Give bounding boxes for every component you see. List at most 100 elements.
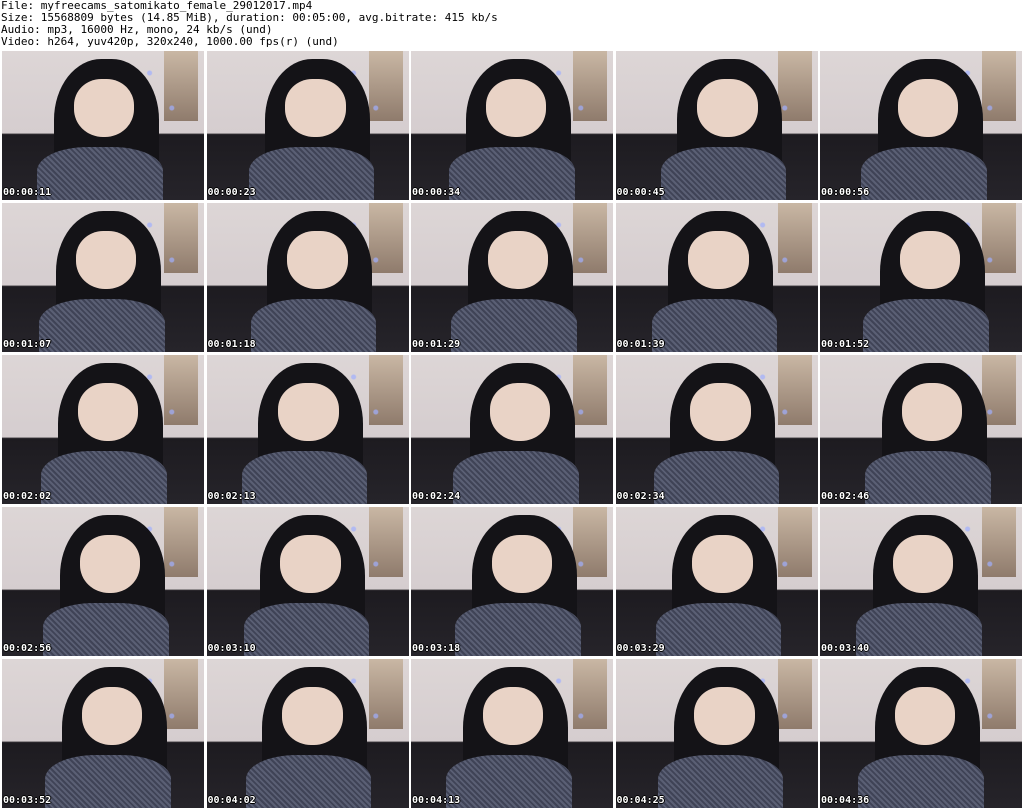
person-face xyxy=(894,687,956,745)
video-thumbnail: 00:02:13 xyxy=(206,355,409,504)
person-top xyxy=(45,755,171,808)
video-thumbnail: 00:03:40 xyxy=(820,507,1022,656)
person-top xyxy=(653,451,780,504)
person-face xyxy=(282,687,343,745)
thumbnail-timestamp: 00:01:07 xyxy=(3,339,52,350)
person-face xyxy=(285,79,346,137)
person-face xyxy=(77,383,139,441)
video-thumbnail: 00:04:02 xyxy=(206,659,409,808)
video-thumbnail: 00:01:39 xyxy=(615,203,818,352)
thumbnail-timestamp: 00:00:56 xyxy=(821,187,870,198)
person-face xyxy=(901,383,963,441)
video-thumbnail: 00:02:56 xyxy=(2,507,204,656)
person-face xyxy=(690,383,751,441)
thumbnail-timestamp: 00:04:25 xyxy=(616,795,665,806)
thumbnail-timestamp: 00:01:52 xyxy=(821,339,870,350)
thumbnail-timestamp: 00:02:24 xyxy=(412,491,461,502)
person-face xyxy=(892,535,954,593)
person-face xyxy=(79,535,141,593)
video-thumbnail: 00:01:52 xyxy=(820,203,1022,352)
video-thumbnail: 00:02:46 xyxy=(820,355,1022,504)
thumbnail-timestamp: 00:02:13 xyxy=(207,491,256,502)
person-face xyxy=(280,535,341,593)
thumbnail-timestamp: 00:04:02 xyxy=(207,795,256,806)
video-thumbnail: 00:02:24 xyxy=(411,355,613,504)
person-top xyxy=(250,299,377,352)
thumbnail-timestamp: 00:04:36 xyxy=(821,795,870,806)
thumbnail-timestamp: 00:00:34 xyxy=(412,187,461,198)
person-top xyxy=(446,755,572,808)
thumbnail-timestamp: 00:00:23 xyxy=(207,187,256,198)
thumbnail-timestamp: 00:03:29 xyxy=(616,643,665,654)
person-top xyxy=(453,451,579,504)
video-thumbnail: 00:03:10 xyxy=(206,507,409,656)
person-top xyxy=(241,451,368,504)
thumbnail-timestamp: 00:03:40 xyxy=(821,643,870,654)
person-face xyxy=(694,687,755,745)
person-top xyxy=(856,603,982,656)
person-face xyxy=(688,231,749,289)
thumbnail-timestamp: 00:02:02 xyxy=(3,491,52,502)
person-face xyxy=(485,79,547,137)
video-thumbnail: 00:00:34 xyxy=(411,51,613,200)
person-face xyxy=(287,231,348,289)
person-face xyxy=(75,231,137,289)
person-top xyxy=(455,603,581,656)
video-thumbnail: 00:04:13 xyxy=(411,659,613,808)
person-face xyxy=(278,383,339,441)
person-top xyxy=(863,299,989,352)
person-top xyxy=(248,147,375,200)
person-face xyxy=(73,79,135,137)
thumbnail-timestamp: 00:03:52 xyxy=(3,795,52,806)
person-face xyxy=(81,687,143,745)
thumbnail-timestamp: 00:02:56 xyxy=(3,643,52,654)
person-face xyxy=(491,535,553,593)
person-top xyxy=(451,299,577,352)
person-top xyxy=(43,603,169,656)
thumbnail-timestamp: 00:01:39 xyxy=(616,339,665,350)
video-thumbnail: 00:01:29 xyxy=(411,203,613,352)
person-top xyxy=(651,299,778,352)
person-face xyxy=(897,79,959,137)
person-top xyxy=(660,147,787,200)
video-thumbnail: 00:00:45 xyxy=(615,51,818,200)
thumbnail-timestamp: 00:00:45 xyxy=(616,187,665,198)
video-thumbnail: 00:03:52 xyxy=(2,659,204,808)
thumbnail-timestamp: 00:02:34 xyxy=(616,491,665,502)
video-info-line: Video: h264, yuv420p, 320x240, 1000.00 f… xyxy=(1,35,339,48)
video-thumbnail: 00:03:29 xyxy=(615,507,818,656)
thumbnail-timestamp: 00:00:11 xyxy=(3,187,52,198)
thumbnail-grid: 00:00:11 00:00:23 00:00:34 00:00:45 00:00:56… xyxy=(2,51,1022,808)
person-top xyxy=(865,451,991,504)
video-thumbnail: 00:01:18 xyxy=(206,203,409,352)
thumbnail-timestamp: 00:01:18 xyxy=(207,339,256,350)
person-top xyxy=(41,451,167,504)
person-top xyxy=(858,755,984,808)
person-top xyxy=(37,147,163,200)
person-face xyxy=(692,535,753,593)
video-thumbnail: 00:00:56 xyxy=(820,51,1022,200)
person-face xyxy=(697,79,758,137)
video-thumbnail: 00:02:02 xyxy=(2,355,204,504)
person-top xyxy=(39,299,165,352)
person-top xyxy=(657,755,784,808)
video-thumbnail: 00:02:34 xyxy=(615,355,818,504)
person-top xyxy=(243,603,370,656)
person-top xyxy=(449,147,575,200)
person-face xyxy=(899,231,961,289)
thumbnail-timestamp: 00:04:13 xyxy=(412,795,461,806)
thumbnail-timestamp: 00:03:18 xyxy=(412,643,461,654)
video-thumbnail: 00:00:23 xyxy=(206,51,409,200)
thumbnail-timestamp: 00:02:46 xyxy=(821,491,870,502)
person-face xyxy=(482,687,544,745)
media-info-header: File: myfreecams_satomikato_female_29012… xyxy=(0,0,1024,50)
person-top xyxy=(655,603,782,656)
video-thumbnail: 00:03:18 xyxy=(411,507,613,656)
thumbnail-timestamp: 00:01:29 xyxy=(412,339,461,350)
video-thumbnail: 00:04:36 xyxy=(820,659,1022,808)
person-face xyxy=(487,231,549,289)
thumbnail-timestamp: 00:03:10 xyxy=(207,643,256,654)
video-thumbnail: 00:00:11 xyxy=(2,51,204,200)
person-top xyxy=(245,755,372,808)
video-thumbnail: 00:01:07 xyxy=(2,203,204,352)
